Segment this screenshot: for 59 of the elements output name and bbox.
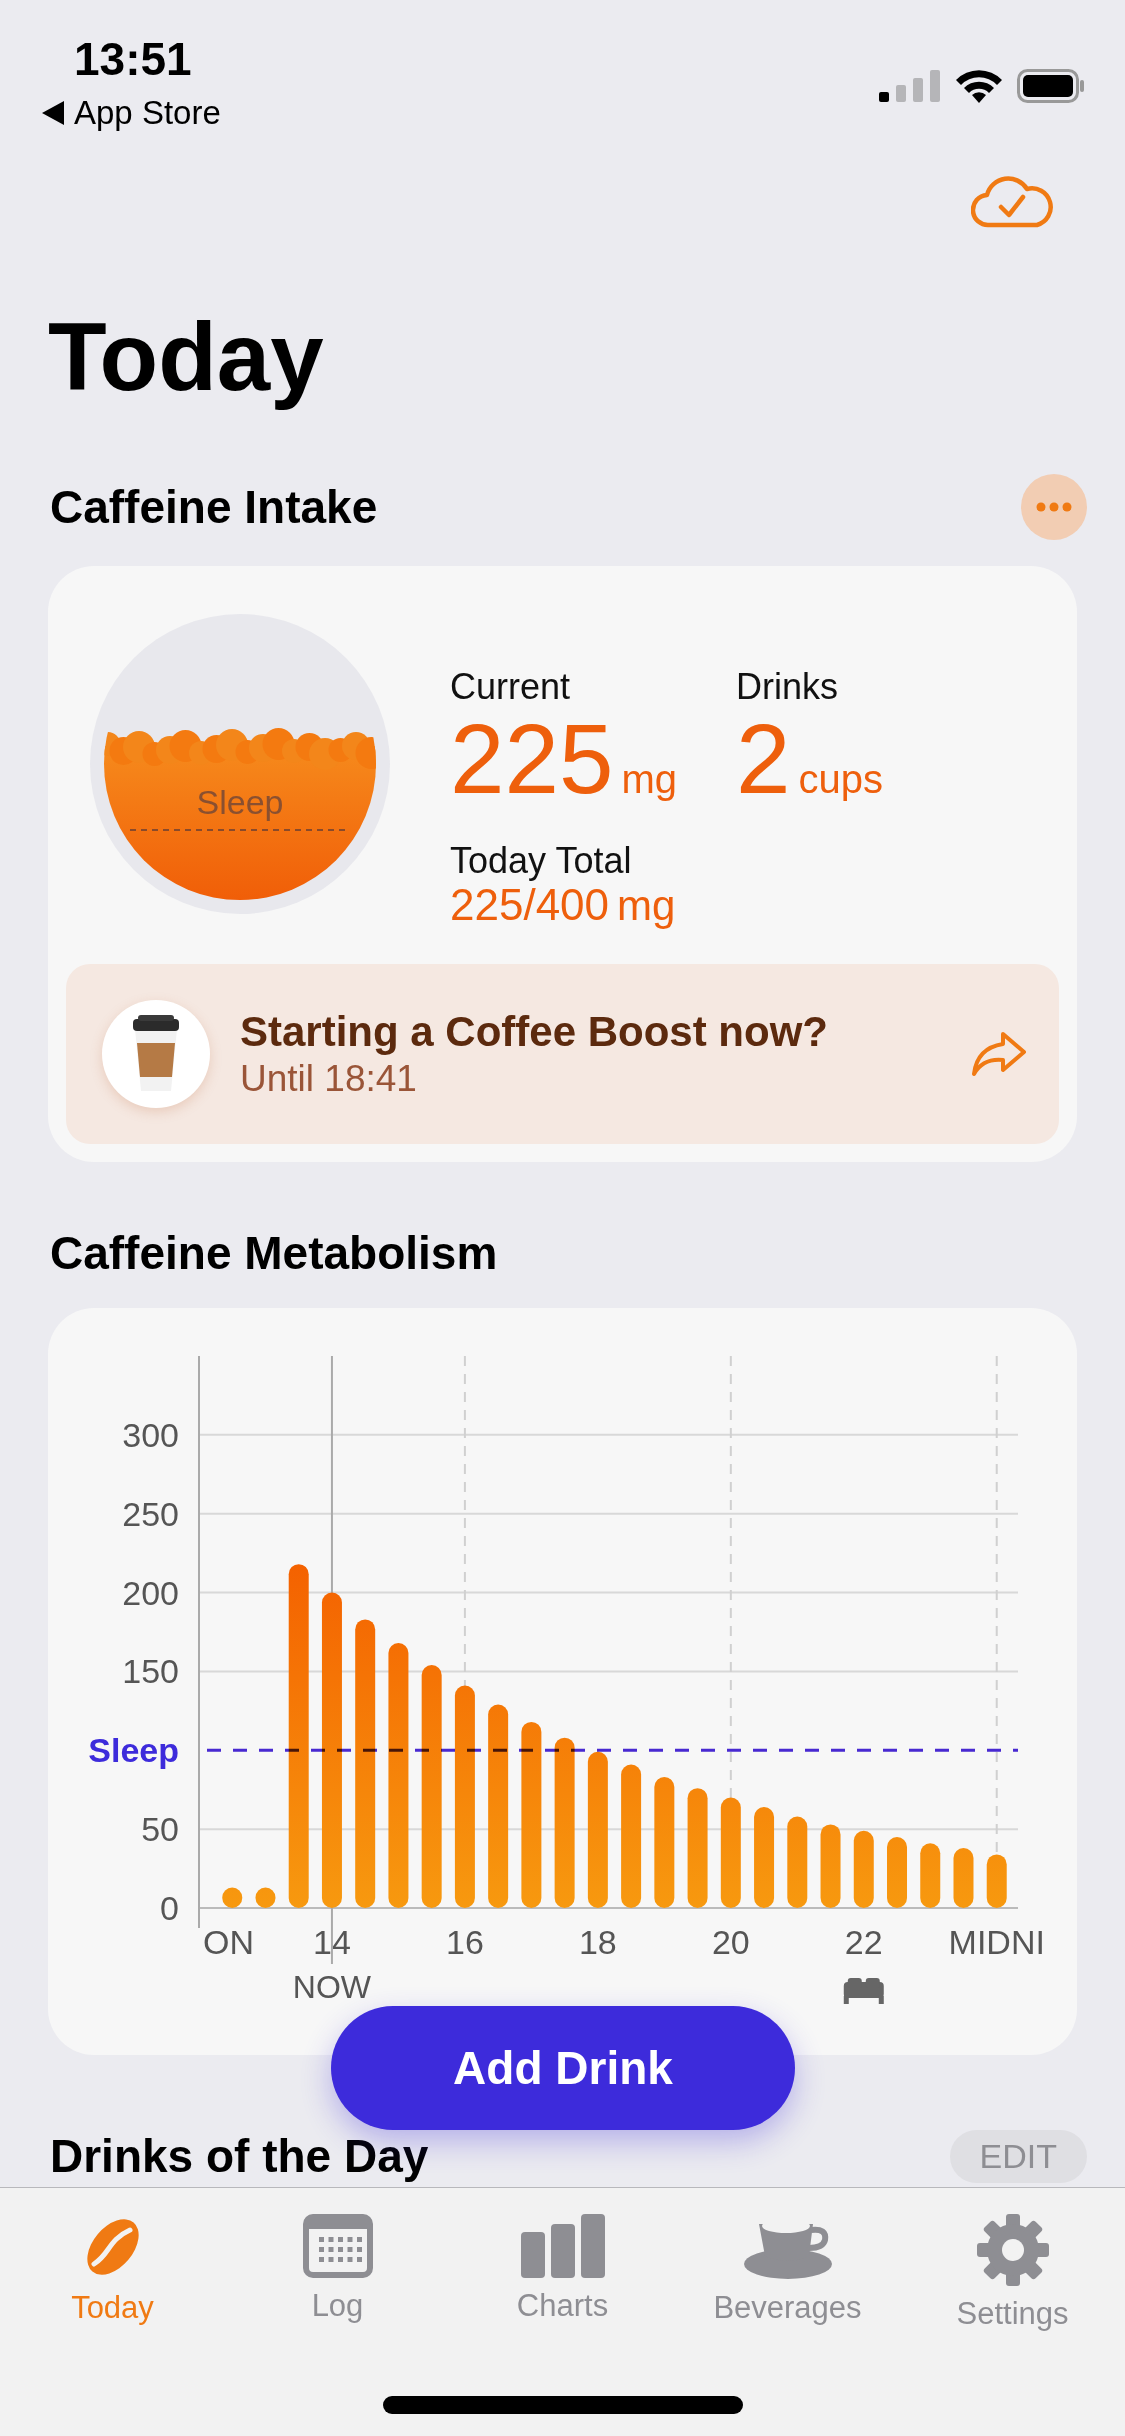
bar xyxy=(986,1854,1007,1909)
axis-label: 18 xyxy=(578,1923,617,1962)
bed-icon xyxy=(843,1978,884,2005)
axis-label: MIDNI xyxy=(948,1923,1045,1962)
stat-value: 225 xyxy=(450,707,614,811)
section-title: Caffeine Intake xyxy=(50,479,378,534)
axis-label: 14 xyxy=(313,1923,351,1962)
axis-label: 22 xyxy=(844,1923,883,1962)
tab[interactable]: Charts xyxy=(450,2214,675,2332)
stat-label: Current xyxy=(450,665,572,708)
tab[interactable]: Beverages xyxy=(675,2214,900,2332)
stat-value: 225/400 xyxy=(450,882,610,929)
battery-icon xyxy=(1017,69,1085,103)
boost-title: Starting a Coffee Boost now? xyxy=(240,1008,829,1057)
axis-label: 20 xyxy=(711,1923,750,1962)
wifi-icon xyxy=(955,69,1003,103)
axis-label: 150 xyxy=(122,1652,179,1691)
bar xyxy=(953,1848,974,1909)
bar xyxy=(887,1837,907,1909)
stat-unit: cups xyxy=(798,756,883,802)
cloud-check-icon[interactable] xyxy=(971,173,1053,229)
tab[interactable]: Today xyxy=(0,2214,225,2332)
page-title: Today xyxy=(48,304,325,410)
bar xyxy=(920,1843,941,1909)
boost-subtitle: Until 18:41 xyxy=(240,1058,418,1101)
edit-button[interactable]: EDIT xyxy=(949,2130,1087,2183)
stat-label: Today Total xyxy=(450,840,633,883)
axis-label: 16 xyxy=(446,1923,484,1962)
tab[interactable]: Settings xyxy=(900,2214,1125,2332)
axis-label: ON xyxy=(203,1923,254,1962)
share-arrow-icon[interactable] xyxy=(971,1031,1027,1078)
axis-label: 300 xyxy=(122,1416,179,1455)
status-time: 13:51 xyxy=(73,36,193,82)
axis-label: 250 xyxy=(122,1495,179,1534)
section-title: Caffeine Metabolism xyxy=(50,1226,498,1281)
back-triangle-icon[interactable] xyxy=(42,100,64,125)
signal-icon xyxy=(879,70,941,102)
stat-value: 2 xyxy=(736,707,791,811)
settings-icon xyxy=(976,2214,1049,2286)
tab[interactable]: Log xyxy=(225,2214,450,2332)
stat-label: Drinks xyxy=(736,665,839,708)
axis-label: 200 xyxy=(122,1574,179,1613)
sleep-label: Sleep xyxy=(88,1731,179,1770)
bar xyxy=(255,1888,276,1909)
now-label: NOW xyxy=(292,1969,372,2006)
back-link[interactable]: App Store xyxy=(74,96,221,129)
axis-label: 50 xyxy=(141,1810,179,1849)
add-drink-button[interactable]: Add Drink xyxy=(331,2006,795,2130)
sleep-label: Sleep xyxy=(196,782,284,821)
bar-chart-icon xyxy=(520,2214,605,2278)
section-title: Drinks of the Day xyxy=(50,2129,429,2184)
axis-label: 0 xyxy=(160,1889,179,1928)
calendar-icon xyxy=(302,2214,373,2278)
stat-unit: mg xyxy=(621,756,678,802)
more-icon xyxy=(1036,501,1072,512)
bar xyxy=(222,1888,243,1909)
coffee-cup-icon xyxy=(130,1015,182,1094)
coffee-boost-banner[interactable]: Starting a Coffee Boost now? Until 18:41 xyxy=(66,964,1059,1145)
stat-unit: mg xyxy=(617,882,676,931)
